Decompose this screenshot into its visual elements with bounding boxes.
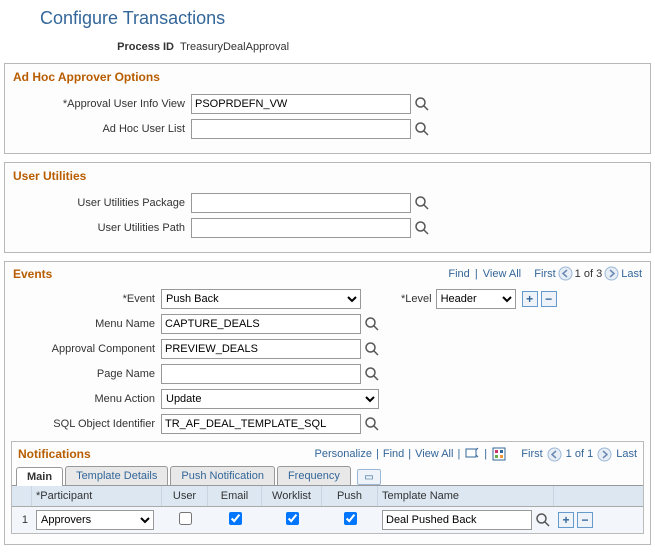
- lookup-icon[interactable]: [364, 366, 380, 382]
- utilities-groupbox: User Utilities User Utilities Package Us…: [4, 162, 651, 253]
- component-label: Approval Component: [11, 343, 161, 355]
- email-checkbox[interactable]: [229, 512, 242, 525]
- lookup-icon[interactable]: [414, 96, 430, 112]
- user-list-input[interactable]: [191, 119, 411, 139]
- hdr-user: User: [162, 486, 208, 506]
- adhoc-title: Ad Hoc Approver Options: [11, 68, 644, 90]
- add-row-button[interactable]: +: [522, 291, 538, 307]
- menu-action-label: Menu Action: [11, 393, 161, 405]
- menu-action-select[interactable]: Update: [161, 389, 379, 409]
- lookup-icon[interactable]: [414, 220, 430, 236]
- component-input[interactable]: [161, 339, 361, 359]
- notif-find-link[interactable]: Find: [383, 448, 404, 460]
- remove-row-button[interactable]: −: [541, 291, 557, 307]
- page-name-label: Page Name: [11, 368, 161, 380]
- user-checkbox[interactable]: [179, 512, 192, 525]
- level-select[interactable]: Header: [436, 289, 516, 309]
- row-number: 1: [12, 514, 32, 526]
- notif-count: 1 of 1: [566, 448, 594, 460]
- notif-viewall-link[interactable]: View All: [415, 448, 453, 460]
- lookup-icon[interactable]: [535, 512, 551, 528]
- event-select[interactable]: Push Back: [161, 289, 361, 309]
- remove-row-button[interactable]: −: [577, 512, 593, 528]
- process-id-value: TreasuryDealApproval: [180, 41, 289, 53]
- utilities-path-label: User Utilities Path: [11, 222, 191, 234]
- push-checkbox[interactable]: [344, 512, 357, 525]
- next-arrow-icon[interactable]: [597, 447, 612, 462]
- utilities-title: User Utilities: [11, 167, 644, 189]
- notif-personalize-link[interactable]: Personalize: [315, 448, 372, 460]
- adhoc-groupbox: Ad Hoc Approver Options *Approval User I…: [4, 63, 651, 154]
- utilities-package-label: User Utilities Package: [11, 197, 191, 209]
- events-last-link[interactable]: Last: [621, 268, 642, 280]
- expand-tabs-icon[interactable]: ▭: [357, 469, 381, 485]
- participant-select[interactable]: Approvers: [36, 510, 154, 530]
- lookup-icon[interactable]: [414, 195, 430, 211]
- user-list-label: Ad Hoc User List: [11, 123, 191, 135]
- next-arrow-icon[interactable]: [604, 266, 619, 281]
- lookup-icon[interactable]: [364, 341, 380, 357]
- hdr-push: Push: [322, 486, 378, 506]
- events-find-link[interactable]: Find: [448, 268, 469, 280]
- sql-obj-label: SQL Object Identifier: [11, 418, 161, 430]
- notifications-groupbox: Notifications Personalize | Find | View …: [11, 441, 644, 534]
- lookup-icon[interactable]: [364, 316, 380, 332]
- notifications-title: Notifications: [18, 447, 91, 461]
- download-icon[interactable]: [491, 446, 507, 462]
- utilities-path-input[interactable]: [191, 218, 411, 238]
- page-title: Configure Transactions: [0, 0, 655, 37]
- lookup-icon[interactable]: [414, 121, 430, 137]
- grid-header: *Participant User Email Worklist Push Te…: [12, 486, 643, 507]
- hdr-participant: *Participant: [32, 486, 162, 506]
- tab-frequency[interactable]: Frequency: [277, 466, 351, 485]
- tab-template-details[interactable]: Template Details: [65, 466, 168, 485]
- events-count: 1 of 3: [575, 268, 603, 280]
- utilities-package-input[interactable]: [191, 193, 411, 213]
- notif-first-link[interactable]: First: [521, 448, 542, 460]
- prev-arrow-icon[interactable]: [558, 266, 573, 281]
- prev-arrow-icon[interactable]: [547, 447, 562, 462]
- sql-obj-input[interactable]: [161, 414, 361, 434]
- grid-row: 1 Approvers + −: [12, 507, 643, 533]
- events-viewall-link[interactable]: View All: [483, 268, 521, 280]
- level-label: *Level: [401, 293, 432, 305]
- notif-last-link[interactable]: Last: [616, 448, 637, 460]
- menu-name-input[interactable]: [161, 314, 361, 334]
- tab-push-notification[interactable]: Push Notification: [170, 466, 275, 485]
- events-first-link[interactable]: First: [534, 268, 555, 280]
- user-info-view-input[interactable]: [191, 94, 411, 114]
- template-name-input[interactable]: [382, 510, 532, 530]
- hdr-email: Email: [208, 486, 262, 506]
- user-info-view-label: *Approval User Info View: [11, 98, 191, 110]
- events-title: Events: [13, 267, 52, 281]
- hdr-template-name: Template Name: [378, 486, 554, 506]
- tab-main[interactable]: Main: [16, 467, 63, 486]
- lookup-icon[interactable]: [364, 416, 380, 432]
- events-groupbox: Events Find | View All First 1 of 3 Last…: [4, 261, 651, 545]
- worklist-checkbox[interactable]: [286, 512, 299, 525]
- event-label: *Event: [11, 293, 161, 305]
- page-name-input[interactable]: [161, 364, 361, 384]
- zoom-icon[interactable]: [464, 446, 480, 462]
- menu-name-label: Menu Name: [11, 318, 161, 330]
- add-row-button[interactable]: +: [558, 512, 574, 528]
- hdr-worklist: Worklist: [262, 486, 322, 506]
- process-id-label: Process ID: [0, 41, 180, 53]
